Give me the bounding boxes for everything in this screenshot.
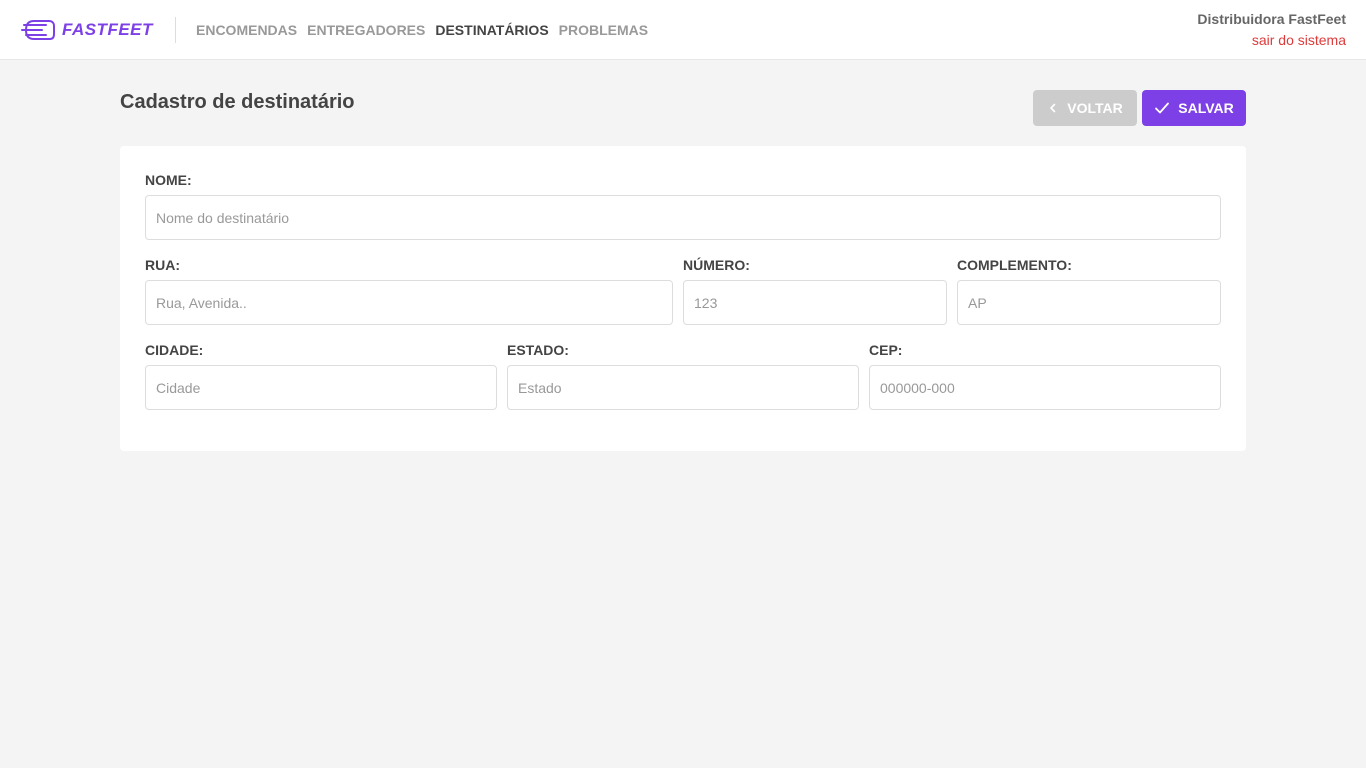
complement-field-group: COMPLEMENTO: [957, 256, 1221, 326]
check-icon [1154, 101, 1170, 115]
name-label: NOME: [145, 172, 192, 188]
nav-item-encomendas[interactable]: ENCOMENDAS [196, 22, 297, 38]
state-input[interactable] [507, 365, 859, 410]
page-title: Cadastro de destinatário [120, 91, 355, 113]
street-label: RUA: [145, 257, 180, 273]
main-nav: ENCOMENDAS ENTREGADORES DESTINATÁRIOS PR… [196, 0, 658, 60]
logout-link[interactable]: sair do sistema [1197, 32, 1346, 48]
back-button-label: VOLTAR [1067, 100, 1123, 116]
chevron-left-icon [1047, 102, 1059, 114]
save-button-label: SALVAR [1178, 100, 1234, 116]
city-field-group: CIDADE: [145, 341, 497, 411]
user-name: Distribuidora FastFeet [1197, 11, 1346, 27]
number-field-group: NÚMERO: [683, 256, 947, 326]
header-divider [175, 17, 176, 43]
street-input[interactable] [145, 280, 673, 325]
logo-text: FASTFEET [62, 20, 153, 39]
name-field-group: NOME: [145, 171, 1221, 241]
zip-field-group: CEP: [869, 341, 1221, 411]
complement-label: COMPLEMENTO: [957, 257, 1072, 273]
number-label: NÚMERO: [683, 257, 750, 273]
complement-input[interactable] [957, 280, 1221, 325]
nav-item-entregadores[interactable]: ENTREGADORES [307, 22, 425, 38]
user-box: Distribuidora FastFeet sair do sistema [1197, 11, 1346, 48]
recipient-form: NOME: RUA: NÚMERO: COMPLEMENTO: CIDADE: … [120, 146, 1246, 451]
name-input[interactable] [145, 195, 1221, 240]
nav-item-problemas[interactable]: PROBLEMAS [559, 22, 648, 38]
city-input[interactable] [145, 365, 497, 410]
street-field-group: RUA: [145, 256, 673, 326]
state-field-group: ESTADO: [507, 341, 859, 411]
back-button[interactable]: VOLTAR [1033, 90, 1137, 126]
city-label: CIDADE: [145, 342, 204, 358]
fastfeet-logo[interactable]: FASTFEET [20, 16, 153, 44]
zip-input[interactable] [869, 365, 1221, 410]
state-label: ESTADO: [507, 342, 569, 358]
number-input[interactable] [683, 280, 947, 325]
zip-label: CEP: [869, 342, 903, 358]
truck-logo-icon [20, 16, 56, 44]
nav-item-destinatarios[interactable]: DESTINATÁRIOS [435, 22, 548, 38]
top-header: FASTFEET ENCOMENDAS ENTREGADORES DESTINA… [0, 0, 1366, 60]
save-button[interactable]: SALVAR [1142, 90, 1246, 126]
